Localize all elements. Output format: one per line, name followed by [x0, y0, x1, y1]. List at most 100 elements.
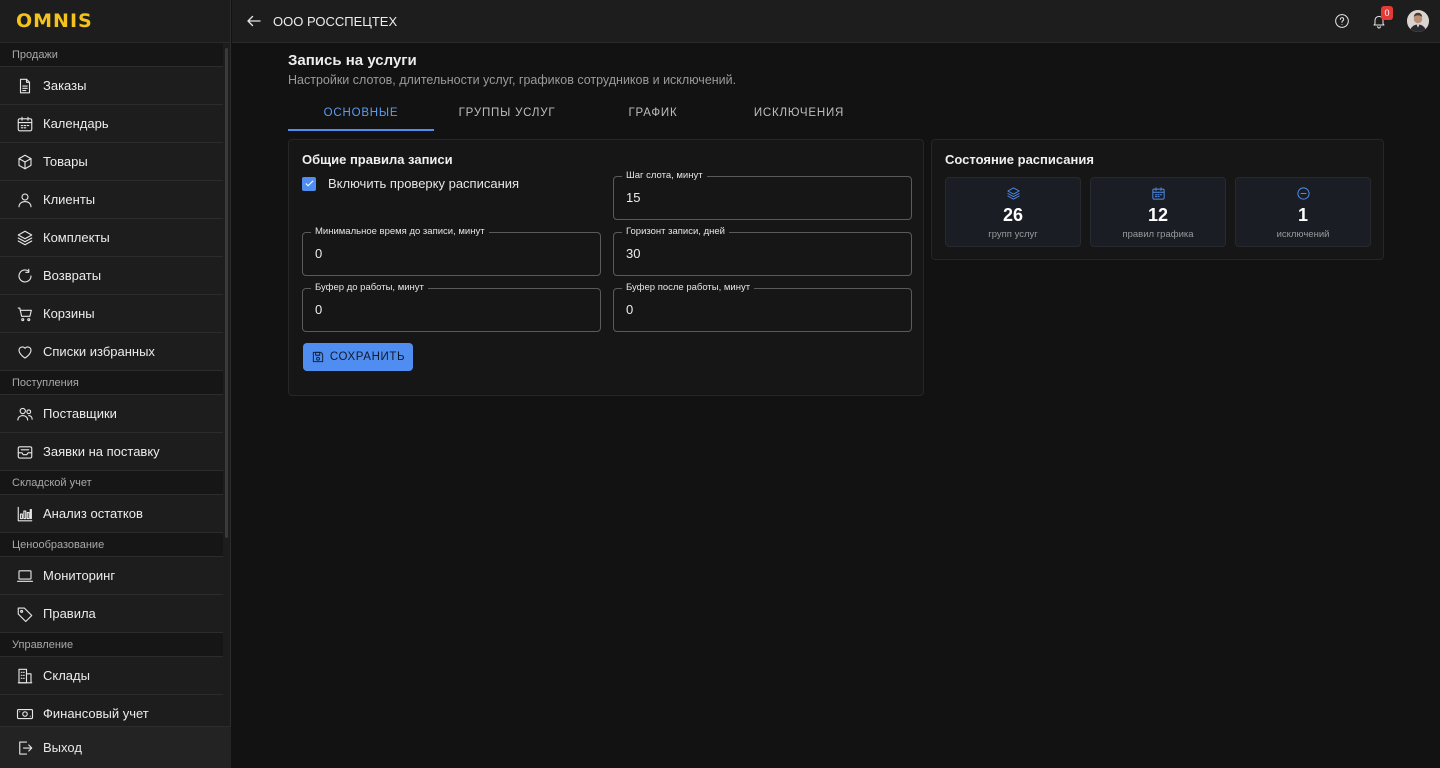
sidebar-item-suppliers[interactable]: Поставщики [0, 395, 223, 433]
sidebar-item-clients[interactable]: Клиенты [0, 181, 223, 219]
field-label: Буфер после работы, минут [622, 282, 755, 293]
slot-step-input[interactable] [626, 190, 896, 205]
save-icon [312, 351, 323, 363]
document-icon [19, 78, 31, 93]
sidebar-nav: Продажи Заказы Календарь Товары Клиенты … [0, 43, 223, 726]
sidebar-item-label: Заявки на поставку [43, 444, 160, 459]
stat-value: 1 [1297, 205, 1308, 225]
topbar: ООО РОССПЕЦТЕХ 0 [232, 0, 1440, 43]
calendar-icon [17, 116, 33, 131]
sidebar-item-stock-analysis[interactable]: Анализ остатков [0, 495, 223, 533]
company-name: ООО РОССПЕЦТЕХ [273, 13, 398, 29]
tab-exceptions[interactable]: ИСКЛЮЧЕНИЯ [726, 98, 872, 131]
page-title: Запись на услуги [288, 52, 417, 69]
sidebar-item-carts[interactable]: Корзины [0, 295, 223, 333]
sidebar-item-calendar[interactable]: Календарь [0, 105, 223, 143]
stat-exceptions: 1 исключений [1235, 177, 1371, 247]
cart-icon [17, 306, 32, 321]
sidebar-item-finance[interactable]: Финансовый учет [0, 695, 223, 726]
section-title-sales: Продажи [0, 43, 223, 67]
avatar[interactable] [1407, 10, 1429, 32]
bar-chart-icon [17, 506, 33, 521]
logout-button[interactable]: Выход [0, 726, 231, 768]
section-title-warehouse: Складской учет [0, 471, 223, 495]
section-title-management: Управление [0, 633, 223, 657]
save-button-label: СОХРАНИТЬ [329, 351, 406, 363]
tab-schedule[interactable]: ГРАФИК [580, 98, 726, 131]
sidebar-item-label: Клиенты [43, 192, 96, 207]
help-button[interactable] [1334, 13, 1350, 29]
buffer-before-field[interactable]: Буфер до работы, минут [302, 282, 601, 332]
card-title: Состояние расписания [945, 152, 1094, 167]
building-icon [17, 668, 33, 683]
sidebar-item-label: Календарь [43, 116, 109, 131]
page-subtitle: Настройки слотов, длительности услуг, гр… [288, 73, 737, 87]
tab-general[interactable]: ОСНОВНЫЕ [288, 98, 434, 131]
sidebar-item-label: Анализ остатков [43, 506, 143, 521]
layers-icon [1007, 187, 1020, 200]
sidebar-item-favorites[interactable]: Списки избранных [0, 333, 223, 371]
layers-icon [17, 230, 33, 245]
sidebar-item-label: Правила [43, 606, 96, 621]
arrow-left-icon [247, 15, 261, 27]
check-icon [304, 180, 314, 187]
horizon-input[interactable] [626, 246, 896, 261]
sidebar: OMNIS Продажи Заказы Календарь Товары Кл… [0, 0, 231, 768]
schedule-check-toggle[interactable]: Включить проверку расписания [302, 176, 519, 191]
min-time-input[interactable] [315, 246, 585, 261]
schedule-status-card: Состояние расписания 26 групп услуг 12 п… [931, 139, 1384, 260]
checkbox-label: Включить проверку расписания [328, 176, 520, 191]
sidebar-scrollbar[interactable] [225, 48, 228, 538]
field-label: Минимальное время до записи, минут [311, 226, 489, 237]
sidebar-item-label: Товары [43, 154, 88, 169]
tab-service-groups[interactable]: ГРУППЫ УСЛУГ [434, 98, 580, 131]
minus-circle-icon [1297, 187, 1310, 200]
notification-badge: 0 [1381, 6, 1393, 20]
sidebar-item-warehouses[interactable]: Склады [0, 657, 223, 695]
stat-schedule-rules: 12 правил графика [1090, 177, 1226, 247]
field-label: Горизонт записи, дней [622, 226, 729, 237]
section-title-pricing: Ценообразование [0, 533, 223, 557]
card-title: Общие правила записи [302, 152, 453, 167]
section-title-receipts: Поступления [0, 371, 223, 395]
back-button[interactable] [245, 12, 263, 30]
buffer-after-field[interactable]: Буфер после работы, минут [613, 282, 912, 332]
sidebar-item-supply-requests[interactable]: Заявки на поставку [0, 433, 223, 471]
stat-service-groups: 26 групп услуг [945, 177, 1081, 247]
sidebar-item-label: Возвраты [43, 268, 102, 283]
calendar-icon [1152, 187, 1165, 200]
avatar-image [1407, 10, 1429, 32]
checkbox[interactable] [302, 176, 316, 191]
logout-label: Выход [43, 740, 82, 755]
tag-icon [17, 606, 33, 622]
buffer-after-input[interactable] [626, 302, 896, 317]
sidebar-item-rules[interactable]: Правила [0, 595, 223, 633]
save-button[interactable]: СОХРАНИТЬ [303, 343, 413, 371]
sidebar-item-bundles[interactable]: Комплекты [0, 219, 223, 257]
inbox-icon [17, 445, 33, 459]
user-icon [18, 192, 32, 207]
sidebar-item-monitoring[interactable]: Мониторинг [0, 557, 223, 595]
sidebar-item-label: Комплекты [43, 230, 110, 245]
stat-caption: правил графика [1122, 229, 1194, 240]
stat-value: 12 [1147, 205, 1169, 225]
logo-area[interactable]: OMNIS [0, 0, 230, 43]
tabs: ОСНОВНЫЕ ГРУППЫ УСЛУГ ГРАФИК ИСКЛЮЧЕНИЯ [288, 98, 872, 131]
horizon-field[interactable]: Горизонт записи, дней [613, 226, 912, 276]
logout-icon [19, 740, 33, 755]
sidebar-item-products[interactable]: Товары [0, 143, 223, 181]
buffer-before-input[interactable] [315, 302, 585, 317]
field-label: Шаг слота, минут [622, 170, 707, 181]
cube-icon [18, 154, 32, 169]
min-time-field[interactable]: Минимальное время до записи, минут [302, 226, 601, 276]
booking-rules-card: Общие правила записи Включить проверку р… [288, 139, 924, 396]
stat-caption: исключений [1276, 229, 1330, 240]
sidebar-item-label: Финансовый учет [43, 706, 149, 721]
laptop-icon [16, 569, 34, 582]
sidebar-item-returns[interactable]: Возвраты [0, 257, 223, 295]
omnis-logo[interactable]: OMNIS [16, 10, 93, 32]
sidebar-item-label: Списки избранных [43, 344, 155, 359]
stat-caption: групп услуг [988, 229, 1038, 240]
slot-step-field[interactable]: Шаг слота, минут [613, 170, 912, 220]
sidebar-item-orders[interactable]: Заказы [0, 67, 223, 105]
